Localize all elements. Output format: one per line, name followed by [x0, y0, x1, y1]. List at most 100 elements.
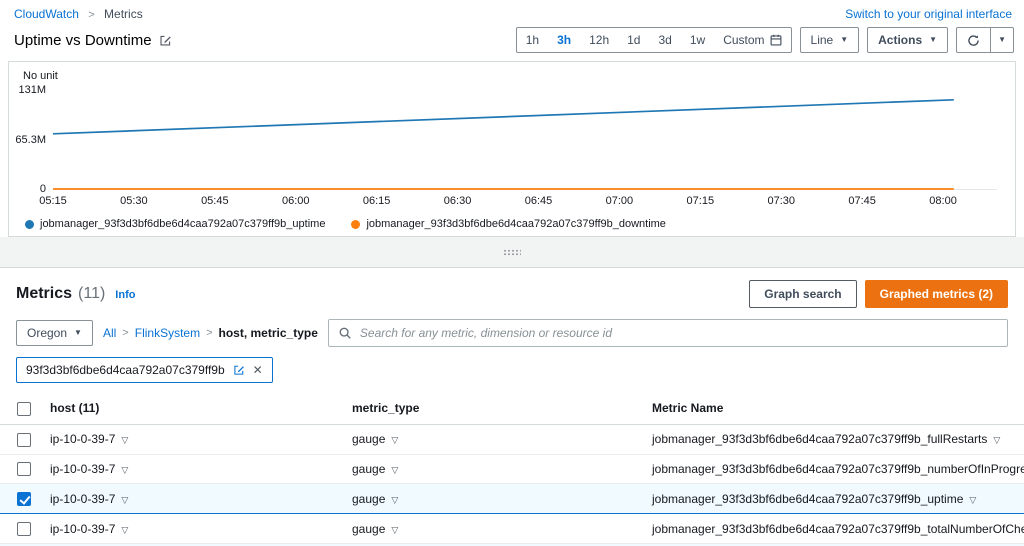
row-checkbox[interactable] [17, 432, 31, 447]
filter-dropdown-icon[interactable]: ▽ [391, 495, 398, 505]
breadcrumb-cloudwatch-link[interactable]: CloudWatch [14, 7, 79, 21]
time-range-1h[interactable]: 1h [517, 28, 548, 52]
column-header-metric-name[interactable]: Metric Name [644, 393, 1024, 425]
table-header-row: host (11) metric_type Metric Name [0, 393, 1024, 425]
page-title: Uptime vs Downtime [14, 32, 172, 49]
x-axis-label: 05:15 [39, 195, 67, 207]
refresh-options-dropdown[interactable]: ▼ [991, 27, 1014, 53]
actions-dropdown[interactable]: Actions ▼ [867, 27, 949, 53]
column-header-host[interactable]: host (11) [42, 393, 344, 425]
metric-row[interactable]: ip-10-0-39-7 ▽ gauge ▽ jobmanager_93f3d3bf6d… [0, 513, 1024, 545]
filter-dropdown-icon[interactable]: ▽ [969, 495, 976, 505]
legend-item[interactable]: jobmanager_93f3d3bf6dbe6d4caa792a07c379f… [351, 218, 666, 230]
x-axis-label: 06:00 [281, 195, 310, 207]
row-checkbox[interactable] [17, 462, 31, 477]
namespace-crumb[interactable]: FlinkSystem [135, 326, 200, 340]
time-range-12h[interactable]: 12h [580, 28, 618, 52]
metrics-table-body: ip-10-0-39-7 ▽ gauge ▽ jobmanager_93f3d3bf6d… [0, 424, 1024, 546]
breadcrumb-current: Metrics [104, 7, 143, 21]
metric-name-value: jobmanager_93f3d3bf6dbe6d4caa792a07c379f… [652, 491, 964, 506]
metric-row[interactable]: ip-10-0-39-7 ▽ gauge ▽ jobmanager_93f3d3bf6d… [0, 454, 1024, 485]
metric-name-value: jobmanager_93f3d3bf6dbe6d4caa792a07c379f… [652, 462, 1024, 477]
time-range-custom[interactable]: Custom [714, 28, 790, 52]
metric-name-value: jobmanager_93f3d3bf6dbe6d4caa792a07c379f… [652, 521, 1024, 536]
time-range-1d[interactable]: 1d [618, 28, 649, 52]
chart-title-text: Uptime vs Downtime [14, 31, 152, 49]
chart-controls: 1h 3h 12h 1d 3d 1w Custom Line ▼ Actions ▼ ▼ [515, 27, 1014, 53]
metric-name-value: jobmanager_93f3d3bf6dbe6d4caa792a07c379f… [652, 432, 988, 447]
info-link[interactable]: Info [115, 289, 135, 301]
panel-divider [0, 237, 1024, 267]
metric-type-value: gauge [352, 521, 386, 536]
filter-dropdown-icon[interactable]: ▽ [121, 465, 128, 475]
filter-dropdown-icon[interactable]: ▽ [993, 435, 1000, 445]
host-value: ip-10-0-39-7 [50, 521, 116, 536]
x-axis-label: 05:30 [120, 195, 148, 207]
x-axis-label: 05:45 [201, 195, 229, 207]
edit-title-icon[interactable] [159, 34, 172, 47]
metric-search-box[interactable] [327, 319, 1008, 347]
graphed-metrics-button[interactable]: Graphed metrics (2) [864, 280, 1008, 308]
time-range-3d[interactable]: 3d [649, 28, 680, 52]
switch-interface-link[interactable]: Switch to your original interface [845, 7, 1012, 21]
time-range-3h[interactable]: 3h [548, 28, 580, 52]
edit-filter-icon[interactable] [233, 364, 245, 376]
x-axis: 05:15 05:30 05:45 06:00 06:15 06:30 06:45 07:00… [39, 195, 997, 209]
top-bar: CloudWatch > Metrics Switch to your orig… [0, 0, 1024, 24]
chart-lines [52, 98, 954, 190]
legend-color-dot [351, 219, 361, 229]
select-all-checkbox[interactable] [17, 401, 31, 416]
remove-filter-icon[interactable]: ✕ [253, 363, 263, 377]
column-header-metric-type[interactable]: metric_type [344, 393, 644, 425]
breadcrumb-separator: > [206, 327, 213, 339]
refresh-icon [968, 34, 979, 46]
row-checkbox[interactable] [17, 492, 31, 507]
region-label: Oregon [27, 326, 68, 340]
metric-type-value: gauge [352, 462, 386, 477]
x-axis-label: 07:45 [848, 195, 876, 207]
row-checkbox[interactable] [17, 522, 31, 537]
metric-search-input[interactable] [359, 326, 998, 340]
host-value: ip-10-0-39-7 [50, 462, 116, 477]
filter-dropdown-icon[interactable]: ▽ [391, 435, 398, 445]
plot-area[interactable]: 131M 65.3M 0 [15, 84, 997, 195]
legend-label: jobmanager_93f3d3bf6dbe6d4caa792a07c379f… [366, 218, 666, 230]
legend-label: jobmanager_93f3d3bf6dbe6d4caa792a07c379f… [40, 218, 326, 230]
filter-dropdown-icon[interactable]: ▽ [121, 435, 128, 445]
chevron-down-icon: ▼ [840, 35, 849, 44]
y-axis-label: 131M [18, 84, 46, 96]
metric-row[interactable]: ip-10-0-39-7 ▽ gauge ▽ jobmanager_93f3d3bf6d… [0, 424, 1024, 455]
namespace-crumb: host, metric_type [218, 326, 318, 340]
region-dropdown[interactable]: Oregon ▼ [16, 320, 93, 346]
x-axis-label: 07:00 [605, 195, 634, 207]
metric-type-value: gauge [352, 491, 386, 506]
actions-label: Actions [878, 33, 923, 47]
filter-dropdown-icon[interactable]: ▽ [391, 525, 398, 535]
filter-dropdown-icon[interactable]: ▽ [121, 525, 128, 535]
legend-color-dot [25, 219, 34, 229]
metrics-count: (11) [78, 285, 106, 302]
chevron-down-icon: ▼ [998, 35, 1006, 44]
search-filter-chip[interactable]: 93f3d3bf6dbe6d4caa792a07c379ff9b ✕ [16, 357, 273, 383]
search-icon [339, 327, 351, 339]
x-axis-label: 06:45 [524, 195, 553, 207]
refresh-split-button: ▼ [956, 27, 1014, 53]
panel-resize-handle[interactable] [503, 248, 521, 256]
metric-row[interactable]: ip-10-0-39-7 ▽ gauge ▽ jobmanager_93f3d3bf6d… [0, 483, 1024, 515]
chevron-down-icon: ▼ [929, 35, 938, 44]
chart-type-dropdown[interactable]: Line ▼ [799, 27, 860, 53]
filter-dropdown-icon[interactable]: ▽ [121, 495, 128, 505]
filter-dropdown-icon[interactable]: ▽ [391, 465, 398, 475]
refresh-button[interactable] [956, 27, 992, 53]
x-axis-label: 07:15 [686, 195, 715, 207]
filter-chip-label: 93f3d3bf6dbe6d4caa792a07c379ff9b [26, 363, 225, 377]
time-range-1w[interactable]: 1w [681, 28, 714, 52]
metrics-heading: Metrics (11) Info [16, 285, 135, 303]
y-axis-label: 65.3M [15, 133, 46, 146]
metrics-title: Metrics [16, 285, 73, 302]
graph-search-button[interactable]: Graph search [749, 280, 857, 308]
legend-item[interactable]: jobmanager_93f3d3bf6dbe6d4caa792a07c379f… [25, 218, 325, 230]
chart-legend: jobmanager_93f3d3bf6dbe6d4caa792a07c379f… [25, 218, 999, 230]
namespace-crumb[interactable]: All [103, 326, 116, 340]
breadcrumb-separator: > [88, 9, 95, 21]
